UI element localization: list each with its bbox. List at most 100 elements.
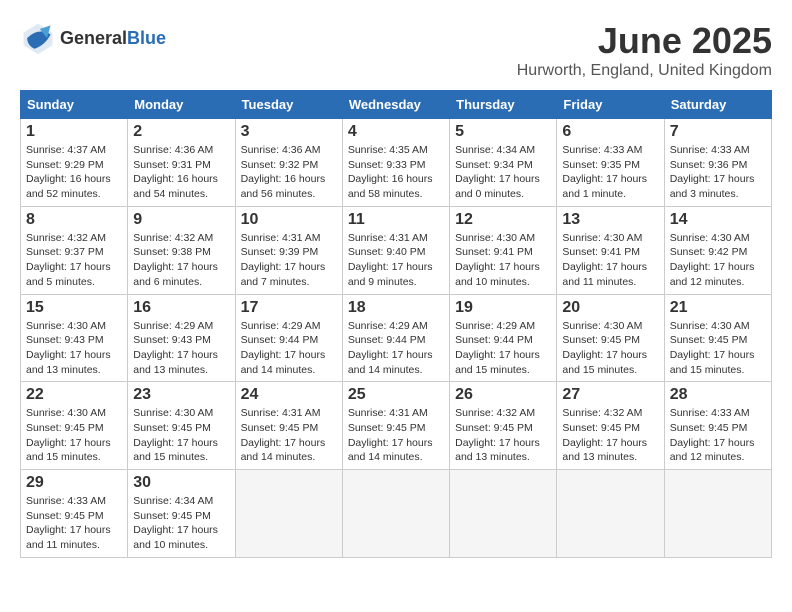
- day-info: Sunrise: 4:29 AMSunset: 9:44 PMDaylight:…: [455, 319, 551, 378]
- calendar-cell: 11Sunrise: 4:31 AMSunset: 9:40 PMDayligh…: [342, 206, 449, 294]
- calendar-cell: 29 Sunrise: 4:33 AMSunset: 9:45 PMDayligh…: [21, 470, 128, 558]
- day-number: 16: [133, 299, 229, 317]
- calendar-cell: 12 Sunrise: 4:30 AMSunset: 9:41 PMDayligh…: [450, 206, 557, 294]
- day-info: Sunrise: 4:30 AMSunset: 9:45 PMDaylight:…: [26, 406, 122, 465]
- day-info: Sunrise: 4:35 AMSunset: 9:33 PMDaylight:…: [348, 143, 444, 202]
- day-number: 28: [670, 386, 766, 404]
- day-info: Sunrise: 4:30 AMSunset: 9:42 PMDaylight:…: [670, 231, 766, 290]
- day-info: Sunrise: 4:34 AMSunset: 9:45 PMDaylight:…: [133, 494, 229, 553]
- logo-icon: [20, 20, 56, 56]
- day-info: Sunrise: 4:31 AMSunset: 9:45 PMDaylight:…: [241, 406, 337, 465]
- calendar-cell: 8 Sunrise: 4:32 AMSunset: 9:37 PMDaylight…: [21, 206, 128, 294]
- calendar-cell: [235, 470, 342, 558]
- day-info: Sunrise: 4:32 AMSunset: 9:38 PMDaylight:…: [133, 231, 229, 290]
- calendar-cell: 6 Sunrise: 4:33 AMSunset: 9:35 PMDaylight…: [557, 119, 664, 207]
- day-number: 29: [26, 474, 122, 492]
- week-row-4: 22Sunrise: 4:30 AMSunset: 9:45 PMDayligh…: [21, 382, 772, 470]
- day-number: 30: [133, 474, 229, 492]
- day-number: 25: [348, 386, 444, 404]
- day-number: 7: [670, 123, 766, 141]
- day-number: 18: [348, 299, 444, 317]
- calendar-cell: 19 Sunrise: 4:29 AMSunset: 9:44 PMDayligh…: [450, 294, 557, 382]
- day-info: Sunrise: 4:32 AMSunset: 9:45 PMDaylight:…: [455, 406, 551, 465]
- day-number: 3: [241, 123, 337, 141]
- day-number: 12: [455, 211, 551, 229]
- calendar-cell: 18 Sunrise: 4:29 AMSunset: 9:44 PMDayligh…: [342, 294, 449, 382]
- calendar-cell: [664, 470, 771, 558]
- day-info: Sunrise: 4:33 AMSunset: 9:35 PMDaylight:…: [562, 143, 658, 202]
- day-number: 17: [241, 299, 337, 317]
- day-number: 27: [562, 386, 658, 404]
- calendar-cell: 22Sunrise: 4:30 AMSunset: 9:45 PMDayligh…: [21, 382, 128, 470]
- calendar-cell: 20 Sunrise: 4:30 AMSunset: 9:45 PMDayligh…: [557, 294, 664, 382]
- calendar-cell: 24 Sunrise: 4:31 AMSunset: 9:45 PMDayligh…: [235, 382, 342, 470]
- day-info: Sunrise: 4:30 AMSunset: 9:41 PMDaylight:…: [455, 231, 551, 290]
- day-number: 26: [455, 386, 551, 404]
- day-info: Sunrise: 4:36 AMSunset: 9:32 PMDaylight:…: [241, 143, 337, 202]
- day-number: 14: [670, 211, 766, 229]
- day-number: 21: [670, 299, 766, 317]
- calendar-cell: 9 Sunrise: 4:32 AMSunset: 9:38 PMDaylight…: [128, 206, 235, 294]
- day-info: Sunrise: 4:30 AMSunset: 9:43 PMDaylight:…: [26, 319, 122, 378]
- day-info: Sunrise: 4:30 AMSunset: 9:45 PMDaylight:…: [562, 319, 658, 378]
- day-info: Sunrise: 4:30 AMSunset: 9:45 PMDaylight:…: [133, 406, 229, 465]
- location-title: Hurworth, England, United Kingdom: [517, 62, 772, 80]
- day-number: 13: [562, 211, 658, 229]
- day-number: 15: [26, 299, 122, 317]
- calendar-cell: 2Sunrise: 4:36 AMSunset: 9:31 PMDaylight…: [128, 119, 235, 207]
- col-wednesday: Wednesday: [342, 91, 449, 119]
- week-row-3: 15 Sunrise: 4:30 AMSunset: 9:43 PMDayligh…: [21, 294, 772, 382]
- day-info: Sunrise: 4:33 AMSunset: 9:36 PMDaylight:…: [670, 143, 766, 202]
- calendar-cell: 1Sunrise: 4:37 AMSunset: 9:29 PMDaylight…: [21, 119, 128, 207]
- logo-text-general: General: [60, 28, 127, 48]
- day-number: 4: [348, 123, 444, 141]
- day-info: Sunrise: 4:29 AMSunset: 9:44 PMDaylight:…: [348, 319, 444, 378]
- col-sunday: Sunday: [21, 91, 128, 119]
- col-monday: Monday: [128, 91, 235, 119]
- calendar-cell: 21Sunrise: 4:30 AMSunset: 9:45 PMDayligh…: [664, 294, 771, 382]
- calendar-cell: 26 Sunrise: 4:32 AMSunset: 9:45 PMDayligh…: [450, 382, 557, 470]
- day-info: Sunrise: 4:29 AMSunset: 9:44 PMDaylight:…: [241, 319, 337, 378]
- logo: GeneralBlue: [20, 20, 166, 56]
- day-number: 20: [562, 299, 658, 317]
- calendar-cell: 14 Sunrise: 4:30 AMSunset: 9:42 PMDayligh…: [664, 206, 771, 294]
- col-friday: Friday: [557, 91, 664, 119]
- calendar-cell: [342, 470, 449, 558]
- calendar-cell: 16 Sunrise: 4:29 AMSunset: 9:43 PMDayligh…: [128, 294, 235, 382]
- day-number: 8: [26, 211, 122, 229]
- day-info: Sunrise: 4:32 AMSunset: 9:45 PMDaylight:…: [562, 406, 658, 465]
- day-info: Sunrise: 4:33 AMSunset: 9:45 PMDaylight:…: [670, 406, 766, 465]
- calendar-cell: [450, 470, 557, 558]
- day-info: Sunrise: 4:34 AMSunset: 9:34 PMDaylight:…: [455, 143, 551, 202]
- calendar-table: Sunday Monday Tuesday Wednesday Thursday…: [20, 90, 772, 558]
- calendar-cell: [557, 470, 664, 558]
- calendar-cell: 13Sunrise: 4:30 AMSunset: 9:41 PMDayligh…: [557, 206, 664, 294]
- day-number: 23: [133, 386, 229, 404]
- day-info: Sunrise: 4:32 AMSunset: 9:37 PMDaylight:…: [26, 231, 122, 290]
- calendar-cell: 4 Sunrise: 4:35 AMSunset: 9:33 PMDaylight…: [342, 119, 449, 207]
- calendar-cell: 30 Sunrise: 4:34 AMSunset: 9:45 PMDayligh…: [128, 470, 235, 558]
- col-thursday: Thursday: [450, 91, 557, 119]
- week-row-5: 29 Sunrise: 4:33 AMSunset: 9:45 PMDayligh…: [21, 470, 772, 558]
- calendar-body: 1Sunrise: 4:37 AMSunset: 9:29 PMDaylight…: [21, 119, 772, 558]
- day-info: Sunrise: 4:29 AMSunset: 9:43 PMDaylight:…: [133, 319, 229, 378]
- day-number: 19: [455, 299, 551, 317]
- calendar-cell: 23 Sunrise: 4:30 AMSunset: 9:45 PMDayligh…: [128, 382, 235, 470]
- week-row-2: 8 Sunrise: 4:32 AMSunset: 9:37 PMDaylight…: [21, 206, 772, 294]
- day-number: 6: [562, 123, 658, 141]
- day-number: 2: [133, 123, 229, 141]
- col-tuesday: Tuesday: [235, 91, 342, 119]
- day-info: Sunrise: 4:37 AMSunset: 9:29 PMDaylight:…: [26, 143, 122, 202]
- header: GeneralBlue June 2025 Hurworth, England,…: [20, 20, 772, 80]
- day-info: Sunrise: 4:33 AMSunset: 9:45 PMDaylight:…: [26, 494, 122, 553]
- calendar-cell: 27 Sunrise: 4:32 AMSunset: 9:45 PMDayligh…: [557, 382, 664, 470]
- calendar-cell: 7 Sunrise: 4:33 AMSunset: 9:36 PMDaylight…: [664, 119, 771, 207]
- calendar-cell: 25 Sunrise: 4:31 AMSunset: 9:45 PMDayligh…: [342, 382, 449, 470]
- calendar-cell: 28 Sunrise: 4:33 AMSunset: 9:45 PMDayligh…: [664, 382, 771, 470]
- day-number: 9: [133, 211, 229, 229]
- calendar-cell: 3 Sunrise: 4:36 AMSunset: 9:32 PMDaylight…: [235, 119, 342, 207]
- day-number: 24: [241, 386, 337, 404]
- title-area: June 2025 Hurworth, England, United King…: [517, 20, 772, 80]
- logo-text-blue: Blue: [127, 28, 166, 48]
- day-info: Sunrise: 4:31 AMSunset: 9:45 PMDaylight:…: [348, 406, 444, 465]
